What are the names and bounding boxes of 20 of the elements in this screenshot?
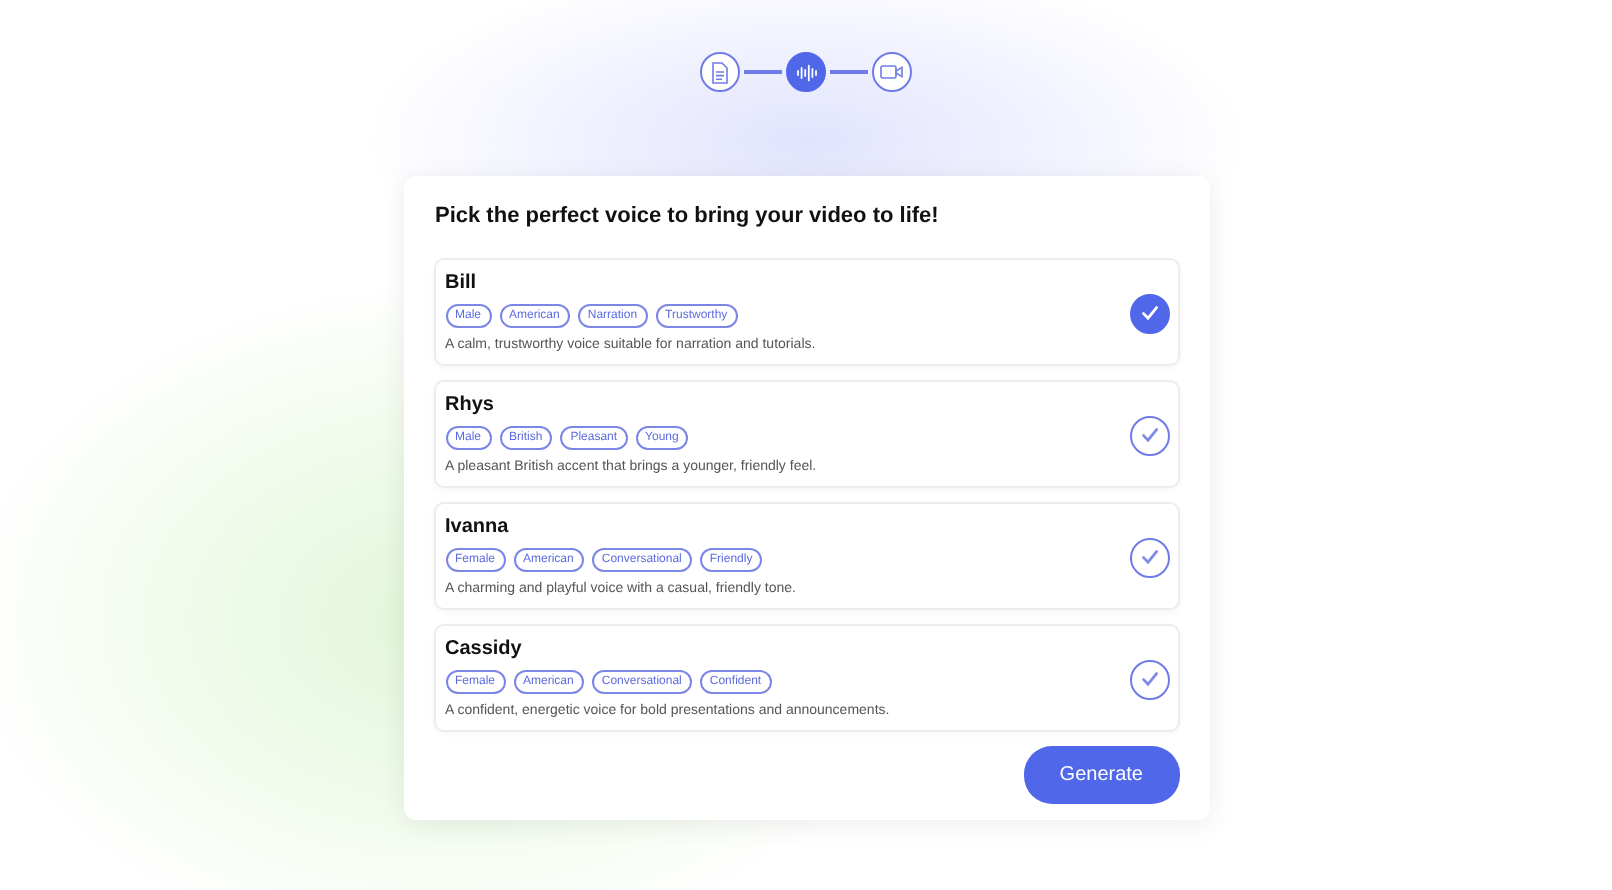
video-camera-step[interactable] (872, 52, 912, 92)
voice-name: Rhys (445, 394, 496, 419)
select-check-button[interactable] (1129, 415, 1169, 456)
document-icon (710, 61, 730, 83)
document-step[interactable] (700, 52, 740, 92)
voice-name: Bill (445, 272, 479, 297)
generate-button[interactable]: Generate (1023, 746, 1179, 805)
checkmark-icon (1141, 550, 1157, 565)
video-camera-icon (880, 64, 904, 80)
select-check-button[interactable] (1129, 293, 1169, 334)
checkmark-icon (1141, 306, 1157, 321)
voice-name: Cassidy (445, 638, 524, 663)
select-check-button[interactable] (1129, 659, 1169, 700)
sound-wave-step[interactable] (786, 52, 826, 92)
select-check-button[interactable] (1129, 537, 1169, 578)
checkmark-icon (1141, 428, 1157, 443)
sound-wave-icon (795, 63, 817, 81)
voice-name: Ivanna (445, 516, 511, 541)
checkmark-icon (1141, 672, 1157, 687)
card-title: Pick the perfect voice to bring your video to life! (435, 204, 941, 231)
